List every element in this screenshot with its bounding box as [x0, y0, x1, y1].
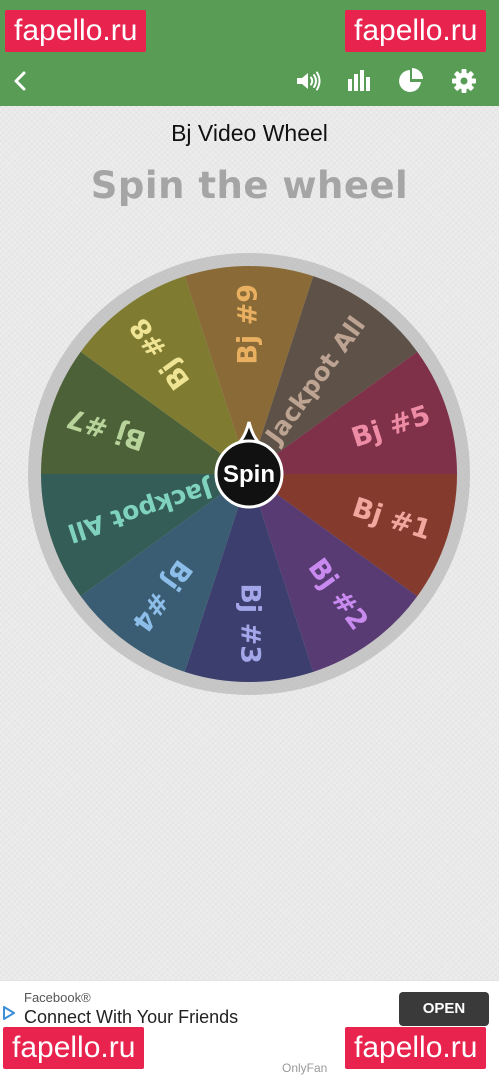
wheel-segment-label: Bj #3: [235, 583, 266, 664]
spin-wheel[interactable]: Bj #9 Jackpot All Bj #5 Bj #1 Bj #2 Bj #3 Bj #…: [27, 252, 471, 696]
headline: Spin the wheel: [90, 164, 409, 207]
back-arrow-icon: [14, 71, 26, 91]
watermark-top-left: fapello.ru: [5, 10, 147, 52]
ad-title[interactable]: Connect With Your Friends: [24, 1007, 238, 1028]
wheel-graphic[interactable]: Bj #9Jackpot AllBj #5Bj #1Bj #2Bj #3Bj #…: [27, 252, 471, 696]
stats-button[interactable]: [341, 64, 375, 98]
ad-open-button[interactable]: OPEN: [399, 992, 489, 1026]
spin-label[interactable]: Spin: [223, 461, 275, 488]
stats-icon: [348, 70, 370, 91]
ad-footer-text: OnlyFan: [282, 1061, 328, 1075]
watermark-bottom-right: fapello.ru: [345, 1027, 487, 1069]
wheel-segment-label: Bj #9: [233, 284, 264, 365]
wheel-name: Bj Video Wheel: [171, 120, 328, 146]
back-button[interactable]: [4, 64, 38, 98]
pie-chart-button[interactable]: [394, 64, 428, 98]
gear-icon: [452, 69, 476, 93]
settings-button[interactable]: [447, 64, 481, 98]
ad-source: Facebook®: [24, 990, 91, 1005]
app-bar: [0, 56, 499, 106]
volume-icon: [297, 71, 321, 91]
ad-choices-icon[interactable]: [2, 1005, 16, 1021]
watermark-bottom-left: fapello.ru: [3, 1027, 145, 1069]
watermark-top-right: fapello.ru: [345, 10, 487, 52]
pie-chart-icon: [399, 68, 423, 92]
volume-button[interactable]: [291, 64, 325, 98]
